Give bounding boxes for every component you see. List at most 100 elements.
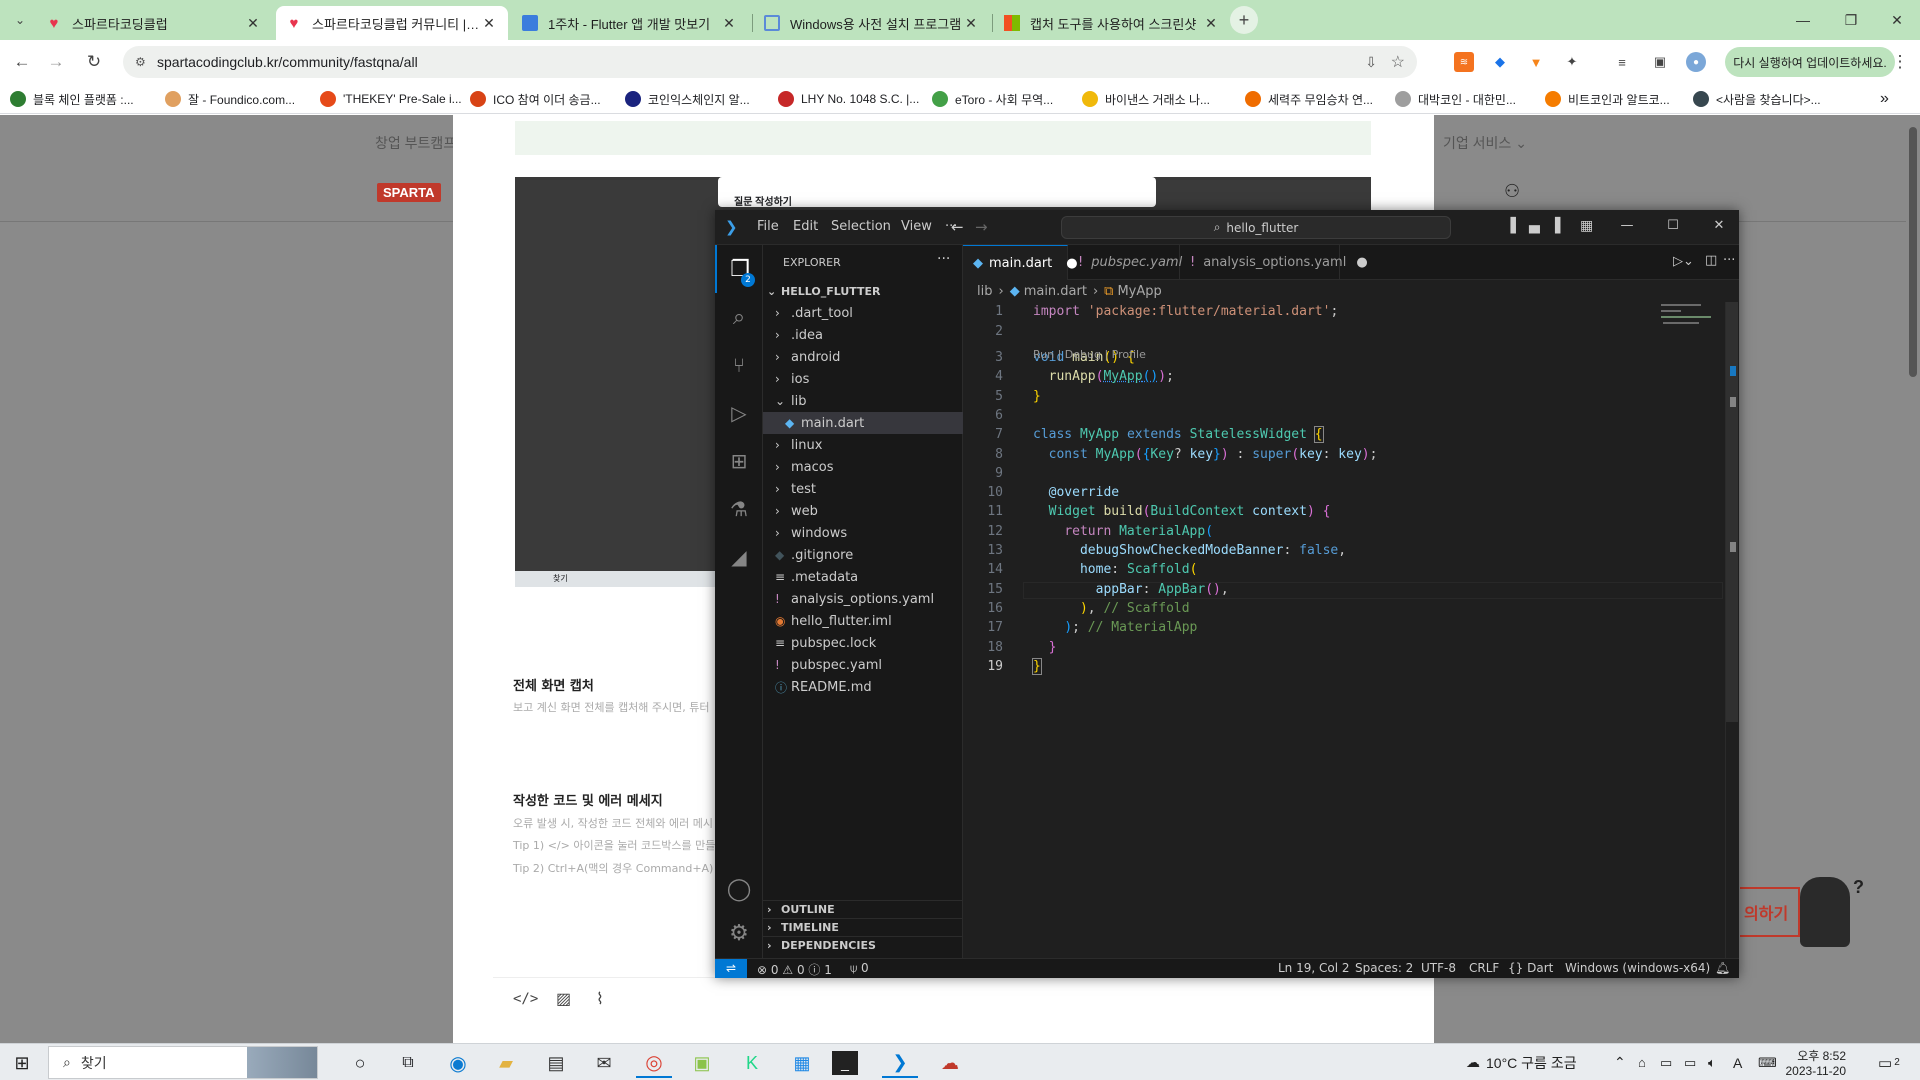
explorer-item[interactable]: ◆ .gitignore — [763, 544, 963, 566]
remote-icon[interactable]: ⇌ — [715, 959, 747, 978]
toggle-panel-icon[interactable]: ▄ — [1529, 218, 1540, 234]
explorer-item[interactable]: › web — [763, 500, 963, 522]
user-icon[interactable]: ⚇ — [1504, 181, 1524, 201]
code-block-icon[interactable]: </> — [513, 991, 538, 1007]
back-button[interactable]: ← — [8, 48, 36, 76]
task-view-icon[interactable]: ⧉ — [390, 1048, 426, 1078]
close-icon[interactable]: ✕ — [244, 15, 262, 32]
customize-layout-icon[interactable]: ▦ — [1580, 218, 1593, 234]
show-hidden-icons[interactable]: ⌃ — [1614, 1044, 1626, 1080]
attach-icon[interactable]: ⌇ — [596, 989, 604, 1009]
bookmark-item[interactable]: <사람을 찾습니다>... — [1693, 89, 1821, 109]
code-line[interactable]: } — [1032, 657, 1042, 675]
taskbar-search[interactable]: ⌕ 찾기 — [48, 1046, 318, 1079]
calculator-icon[interactable]: ▦ — [784, 1048, 820, 1078]
display-icon[interactable]: ▭ — [1684, 1044, 1696, 1080]
extension-icon[interactable]: ≋ — [1454, 52, 1474, 72]
ime-indicator[interactable]: A — [1733, 1044, 1742, 1080]
minimize-button[interactable]: — — [1780, 0, 1826, 40]
editor-tab-pubspec[interactable]: ! pubspec.yaml — [1068, 245, 1182, 280]
bookmark-item[interactable]: 잘 - Foundico.com... — [165, 89, 295, 109]
scrollbar-thumb[interactable] — [1726, 302, 1738, 722]
bookmark-star-icon[interactable]: ☆ — [1391, 52, 1405, 72]
brand-logo[interactable]: SPARTA — [377, 183, 441, 202]
site-settings-icon[interactable]: ⚙ — [135, 55, 146, 69]
code-line[interactable]: class MyApp extends StatelessWidget { — [1033, 426, 1324, 444]
relaunch-update-button[interactable]: 다시 실행하여 업데이트하세요. — [1725, 47, 1895, 77]
code-line[interactable]: const MyApp({Key? key}) : super(key: key… — [1033, 447, 1378, 462]
workspace-root[interactable]: ⌄ HELLO_FLUTTER — [763, 280, 963, 302]
kotlin-icon[interactable]: K — [734, 1048, 770, 1078]
menu-item[interactable]: Selection — [831, 219, 891, 234]
code-line[interactable]: } — [1033, 640, 1057, 655]
terminal-icon[interactable]: _ — [832, 1051, 858, 1075]
weather-widget[interactable]: ☁ 10°C 구름 조금 — [1466, 1044, 1577, 1080]
cursor-position[interactable]: Ln 19, Col 2 — [1278, 961, 1350, 975]
close-button[interactable]: ✕ — [1699, 218, 1739, 233]
editor-tab-main-dart[interactable]: ◆ main.dart ● — [963, 245, 1078, 280]
network-icon[interactable]: ⌂ — [1638, 1044, 1646, 1080]
forward-button[interactable]: → — [42, 48, 70, 76]
store-icon[interactable]: ▤ — [538, 1048, 574, 1078]
explorer-item[interactable]: ⓘ README.md — [763, 676, 963, 698]
chrome-icon[interactable]: ◎ — [636, 1048, 672, 1078]
browser-tab[interactable]: ♥ 스파르타코딩클럽 ✕ — [36, 6, 272, 40]
accounts-icon[interactable]: ◯ — [715, 865, 763, 913]
explorer-item[interactable]: › ios — [763, 368, 963, 390]
flutter-icon[interactable]: ◢ — [715, 533, 763, 581]
bookmark-item[interactable]: 블록 체인 플랫폼 :... — [10, 89, 134, 109]
close-icon[interactable]: ✕ — [1202, 15, 1220, 32]
code-line[interactable]: home: Scaffold( — [1033, 562, 1197, 577]
breadcrumb-item[interactable]: MyApp — [1117, 284, 1161, 299]
ask-question-button[interactable]: 의하기 — [1740, 887, 1800, 937]
bookmark-item[interactable]: ICO 참여 이더 송금... — [470, 89, 601, 109]
chrome-menu-button[interactable]: ⋮ — [1886, 48, 1914, 76]
toggle-secondary-sidebar-icon[interactable]: ▌ — [1555, 218, 1566, 234]
browser-tab[interactable]: Windows용 사전 설치 프로그램 ✕ — [754, 6, 990, 40]
code-line[interactable]: return MaterialApp( — [1033, 524, 1213, 539]
shield-icon[interactable]: ◆ — [1490, 52, 1510, 72]
new-tab-button[interactable]: + — [1230, 6, 1258, 34]
back-arrow-icon[interactable]: ← — [951, 218, 964, 236]
command-center[interactable]: ⌕ hello_flutter — [1061, 216, 1451, 239]
image-icon[interactable]: ▨ — [556, 989, 571, 1009]
media-icon[interactable]: ≡ — [1612, 52, 1632, 72]
explorer-item[interactable]: › windows — [763, 522, 963, 544]
explorer-item[interactable]: › linux — [763, 434, 963, 456]
minimize-button[interactable]: — — [1607, 218, 1647, 233]
codelens[interactable]: Run | Debug | Profile — [1033, 348, 1146, 361]
page-scrollbar-thumb[interactable] — [1909, 127, 1917, 377]
explorer-item[interactable]: › test — [763, 478, 963, 500]
start-button[interactable]: ⊞ — [4, 1048, 40, 1078]
code-editor[interactable]: 1 import 'package:flutter/material.dart';… — [963, 302, 1739, 958]
puzzle-icon[interactable]: ✦ — [1562, 52, 1582, 72]
ports-indicator[interactable]: ⍦ 0 — [850, 961, 869, 976]
device-selector[interactable]: Windows (windows-x64) — [1565, 961, 1710, 975]
close-window-button[interactable]: ✕ — [1874, 0, 1920, 40]
explorer-item[interactable]: › macos — [763, 456, 963, 478]
bookmark-item[interactable]: 'THEKEY' Pre-Sale i... — [320, 89, 462, 109]
sidebar-section[interactable]: › DEPENDENCIES — [763, 936, 963, 954]
code-line[interactable]: @override — [1033, 485, 1119, 500]
browser-tab-active[interactable]: ♥ 스파르타코딩클럽 커뮤니티 | 스파르타코딩클럽 ✕ — [276, 6, 508, 40]
unsaved-dot-icon[interactable]: ● — [1356, 255, 1367, 270]
explorer-item[interactable]: ⌄ lib — [763, 390, 963, 412]
sidebar-section[interactable]: › TIMELINE — [763, 918, 963, 936]
more-actions-icon[interactable]: ··· — [937, 251, 950, 267]
close-icon[interactable]: ✕ — [720, 15, 738, 32]
split-editor-icon[interactable]: ◫ — [1705, 253, 1717, 268]
vscode-icon[interactable]: ❯ — [882, 1048, 918, 1078]
code-line[interactable]: } — [1033, 389, 1041, 404]
explorer-item[interactable]: ◉ hello_flutter.iml — [763, 610, 963, 632]
volume-icon[interactable]: 🔈︎ — [1708, 1044, 1716, 1080]
editor-more-icon[interactable]: ··· — [1723, 253, 1735, 268]
manage-gear-icon[interactable]: ⚙ — [715, 909, 763, 957]
line-ending[interactable]: CRLF — [1469, 961, 1499, 975]
nav-item[interactable]: 기업 서비스 ⌄ — [1443, 133, 1527, 153]
bookmark-item[interactable]: 바이낸스 거래소 나... — [1082, 89, 1210, 109]
app-icon[interactable]: ☁ — [932, 1048, 968, 1078]
bookmark-item[interactable]: 세력주 무임승차 연... — [1245, 89, 1373, 109]
bookmark-item[interactable]: 비트코인과 알트코... — [1545, 89, 1670, 109]
sidebar-section[interactable]: › OUTLINE — [763, 900, 963, 918]
editor-scrollbar[interactable] — [1725, 302, 1739, 958]
